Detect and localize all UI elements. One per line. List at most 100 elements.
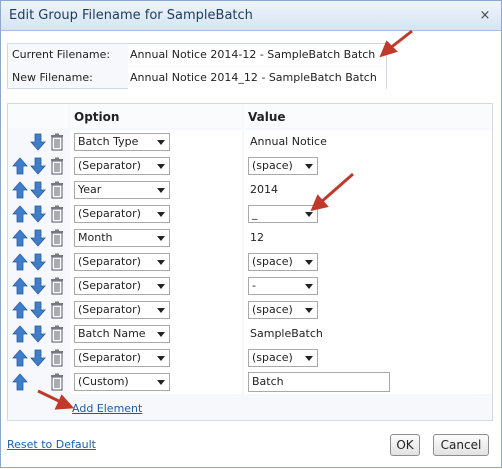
option-select[interactable]: (Separator) xyxy=(74,205,170,223)
chevron-down-icon xyxy=(305,356,313,361)
current-filename-value: Annual Notice 2014-12 - SampleBatch Batc… xyxy=(128,44,386,66)
move-down-icon[interactable] xyxy=(30,229,46,247)
value-cell: SampleBatch xyxy=(244,322,492,346)
value-cell: _ xyxy=(244,202,492,226)
chevron-down-icon xyxy=(157,236,165,241)
value-cell: 12 xyxy=(244,226,492,250)
option-cell: (Separator) xyxy=(70,346,242,370)
option-cell: (Separator) xyxy=(70,298,242,322)
move-down-icon[interactable] xyxy=(30,133,46,151)
delete-icon[interactable] xyxy=(50,325,66,343)
row-controls xyxy=(8,298,68,322)
add-element-link[interactable]: Add Element xyxy=(72,402,142,415)
move-up-icon[interactable] xyxy=(12,277,28,295)
dialog-title: Edit Group Filename for SampleBatch xyxy=(9,8,253,23)
option-select-value: Year xyxy=(78,183,102,196)
option-cell: Batch Name xyxy=(70,322,242,346)
separator-select[interactable]: (space) xyxy=(248,253,318,271)
custom-value-input[interactable]: Batch xyxy=(248,372,390,392)
move-up-icon[interactable] xyxy=(12,181,28,199)
move-up-icon[interactable] xyxy=(12,301,28,319)
move-down-icon[interactable] xyxy=(30,253,46,271)
current-filename-label: Current Filename: xyxy=(12,48,111,61)
move-up-icon[interactable] xyxy=(12,229,28,247)
row-controls xyxy=(8,274,68,298)
separator-select-value: - xyxy=(252,279,256,292)
option-select[interactable]: (Separator) xyxy=(74,301,170,319)
value-text: Annual Notice xyxy=(250,135,327,148)
separator-select[interactable]: (space) xyxy=(248,301,318,319)
table-row: (Separator) (space) xyxy=(8,346,492,370)
option-select-value: Month xyxy=(78,231,113,244)
option-select[interactable]: Batch Type xyxy=(74,133,170,151)
chevron-down-icon xyxy=(305,308,313,313)
grid-header: Option Value xyxy=(8,104,492,128)
reset-to-default-link[interactable]: Reset to Default xyxy=(7,438,96,451)
option-select[interactable]: (Custom) xyxy=(74,373,170,391)
delete-icon[interactable] xyxy=(50,373,66,391)
option-select[interactable]: (Separator) xyxy=(74,277,170,295)
option-select[interactable]: Month xyxy=(74,229,170,247)
ok-button[interactable]: OK xyxy=(390,434,420,456)
move-down-icon[interactable] xyxy=(30,157,46,175)
separator-select-value: _ xyxy=(252,207,258,220)
option-cell: Year xyxy=(70,178,242,202)
move-up-icon[interactable] xyxy=(12,373,28,391)
move-down-icon[interactable] xyxy=(30,205,46,223)
separator-select[interactable]: _ xyxy=(248,205,318,223)
separator-select[interactable]: - xyxy=(248,277,318,295)
chevron-down-icon xyxy=(157,212,165,217)
move-down-icon[interactable] xyxy=(30,349,46,367)
move-up-icon[interactable] xyxy=(12,205,28,223)
chevron-down-icon xyxy=(157,140,165,145)
option-cell: (Separator) xyxy=(70,154,242,178)
value-cell: Annual Notice xyxy=(244,130,492,154)
delete-icon[interactable] xyxy=(50,277,66,295)
close-button[interactable]: × xyxy=(477,8,493,24)
option-select[interactable]: (Separator) xyxy=(74,157,170,175)
move-up-icon[interactable] xyxy=(12,325,28,343)
row-controls xyxy=(8,226,68,250)
move-up-icon[interactable] xyxy=(12,253,28,271)
delete-icon[interactable] xyxy=(50,301,66,319)
chevron-down-icon xyxy=(157,260,165,265)
move-down-icon[interactable] xyxy=(30,325,46,343)
table-row: Month 12 xyxy=(8,226,492,250)
delete-icon[interactable] xyxy=(50,157,66,175)
separator-select[interactable]: (space) xyxy=(248,349,318,367)
value-text: SampleBatch xyxy=(250,327,323,340)
delete-icon[interactable] xyxy=(50,133,66,151)
delete-icon[interactable] xyxy=(50,181,66,199)
cancel-button[interactable]: Cancel xyxy=(433,434,489,456)
move-down-icon[interactable] xyxy=(30,301,46,319)
value-cell: (space) xyxy=(244,298,492,322)
option-select[interactable]: Batch Name xyxy=(74,325,170,343)
option-select[interactable]: (Separator) xyxy=(74,349,170,367)
chevron-down-icon xyxy=(157,284,165,289)
delete-icon[interactable] xyxy=(50,349,66,367)
row-controls xyxy=(8,178,68,202)
separator-select[interactable]: (space) xyxy=(248,157,318,175)
current-filename-row: Current Filename: Annual Notice 2014-12 … xyxy=(8,44,386,66)
chevron-down-icon xyxy=(157,356,165,361)
delete-icon[interactable] xyxy=(50,205,66,223)
value-cell: 2014 xyxy=(244,178,492,202)
option-cell: (Separator) xyxy=(70,274,242,298)
move-down-icon[interactable] xyxy=(30,277,46,295)
delete-icon[interactable] xyxy=(50,229,66,247)
option-cell: (Custom) xyxy=(70,370,242,394)
table-row: (Separator) _ xyxy=(8,202,492,226)
option-select-value: Batch Name xyxy=(78,327,146,340)
separator-select-value: (space) xyxy=(252,303,293,316)
filename-summary: Current Filename: Annual Notice 2014-12 … xyxy=(7,43,387,89)
value-cell: - xyxy=(244,274,492,298)
new-filename-row: New Filename: Annual Notice 2014_12 - Sa… xyxy=(8,67,386,89)
delete-icon[interactable] xyxy=(50,253,66,271)
move-up-icon[interactable] xyxy=(12,349,28,367)
move-down-icon[interactable] xyxy=(30,181,46,199)
value-cell: (space) xyxy=(244,250,492,274)
move-up-icon[interactable] xyxy=(12,157,28,175)
option-select[interactable]: (Separator) xyxy=(74,253,170,271)
option-select-value: (Separator) xyxy=(78,351,141,364)
option-select[interactable]: Year xyxy=(74,181,170,199)
